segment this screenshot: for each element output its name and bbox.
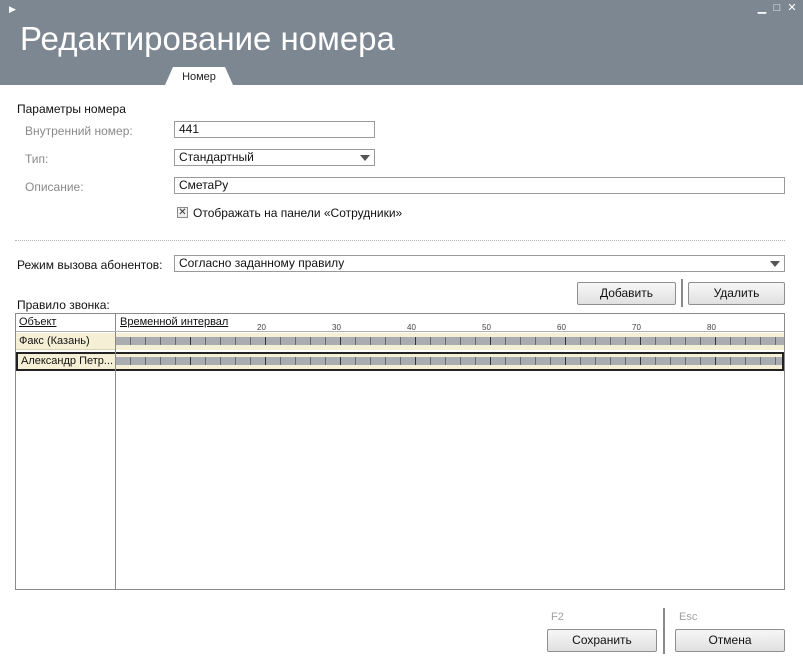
column-header-interval[interactable]: Временной интервал bbox=[120, 316, 228, 328]
minimize-icon[interactable]: ▁ bbox=[757, 3, 767, 14]
chevron-down-icon[interactable] bbox=[360, 155, 370, 161]
button-separator bbox=[681, 279, 683, 307]
table-row-interval[interactable] bbox=[116, 333, 784, 350]
tick-label: 80 bbox=[707, 323, 716, 332]
tick-label: 30 bbox=[332, 323, 341, 332]
description-input[interactable]: СметаРу bbox=[174, 177, 785, 194]
header-divider bbox=[16, 331, 784, 332]
time-interval-bar[interactable] bbox=[116, 337, 784, 345]
tick-label: 20 bbox=[257, 323, 266, 332]
table-row-interval-selected[interactable] bbox=[116, 352, 784, 371]
column-header-object[interactable]: Объект bbox=[19, 316, 56, 328]
internal-number-label: Внутренний номер: bbox=[25, 124, 133, 138]
call-rule-label: Правило звонка: bbox=[17, 298, 110, 312]
table-row-object-selected[interactable]: Александр Петр... bbox=[16, 352, 115, 371]
tick-label: 70 bbox=[632, 323, 641, 332]
close-icon[interactable]: ✕ bbox=[787, 3, 797, 14]
time-interval-bar[interactable] bbox=[116, 357, 782, 365]
chevron-down-icon[interactable] bbox=[770, 261, 780, 267]
show-in-panel-checkbox[interactable]: ✕ bbox=[177, 207, 188, 218]
footer-separator bbox=[663, 608, 665, 654]
tab-number[interactable]: Номер bbox=[165, 67, 233, 85]
delete-button[interactable]: Удалить bbox=[688, 282, 785, 305]
maximize-icon[interactable]: □ bbox=[772, 3, 782, 14]
type-label: Тип: bbox=[25, 152, 49, 166]
add-button[interactable]: Добавить bbox=[577, 282, 676, 305]
tick-label: 60 bbox=[557, 323, 566, 332]
tick-label: 50 bbox=[482, 323, 491, 332]
call-mode-value: Согласно заданному правилу bbox=[179, 256, 345, 270]
save-button[interactable]: Сохранить bbox=[547, 629, 657, 652]
window-controls: ▁ □ ✕ bbox=[757, 3, 797, 14]
call-mode-select[interactable]: Согласно заданному правилу bbox=[174, 255, 785, 272]
window-header: ▶ ▁ □ ✕ Редактирование номера Номер bbox=[0, 0, 803, 85]
internal-number-input[interactable]: 441 bbox=[174, 121, 375, 138]
cancel-shortcut-label: Esc bbox=[679, 611, 698, 623]
divider bbox=[15, 240, 785, 241]
description-label: Описание: bbox=[25, 180, 84, 194]
type-select-value: Стандартный bbox=[179, 150, 254, 164]
table-row-object[interactable]: Факс (Казань) bbox=[16, 333, 115, 350]
page-title: Редактирование номера bbox=[20, 20, 395, 57]
params-section-title: Параметры номера bbox=[17, 102, 126, 116]
menu-arrow-icon[interactable]: ▶ bbox=[9, 4, 16, 15]
show-in-panel-label: Отображать на панели «Сотрудники» bbox=[193, 206, 403, 220]
tick-label: 40 bbox=[407, 323, 416, 332]
save-shortcut-label: F2 bbox=[551, 611, 564, 623]
cancel-button[interactable]: Отмена bbox=[675, 629, 785, 652]
rule-grid[interactable]: Объект Временной интервал 20 30 40 50 60… bbox=[15, 313, 785, 590]
type-select[interactable]: Стандартный bbox=[174, 149, 375, 166]
call-mode-label: Режим вызова абонентов: bbox=[17, 258, 163, 272]
